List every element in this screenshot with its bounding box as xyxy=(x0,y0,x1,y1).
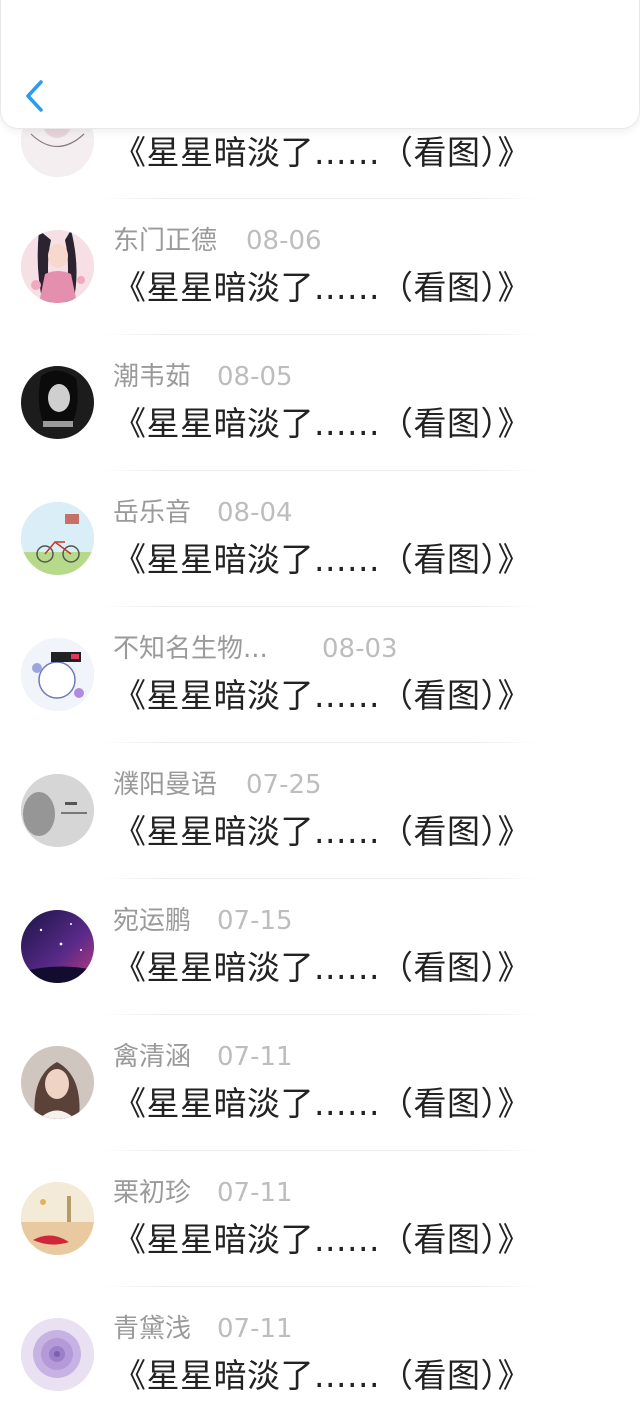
post-title[interactable]: 《星星暗淡了......（看图）》 xyxy=(113,1084,531,1124)
post-date: 07-15 xyxy=(217,906,293,936)
avatar[interactable] xyxy=(21,502,94,575)
divider xyxy=(100,742,540,743)
author-name[interactable]: 禽清涵 xyxy=(113,1041,191,1073)
author-name[interactable]: 青黛浅 xyxy=(113,1313,191,1345)
avatar-flower-image xyxy=(21,1318,94,1391)
post-date: 08-05 xyxy=(217,362,293,392)
list-item[interactable]: 宛运鹏 07-15 《星星暗淡了......（看图）》 xyxy=(0,880,640,1016)
avatar-bw-girl-image xyxy=(21,366,94,439)
post-title[interactable]: 《星星暗淡了......（看图）》 xyxy=(113,268,531,308)
avatar[interactable] xyxy=(21,638,94,711)
author-name[interactable]: 濮阳曼语 xyxy=(113,769,217,801)
divider xyxy=(100,1286,540,1287)
post-date: 08-06 xyxy=(246,226,322,256)
post-date: 07-11 xyxy=(217,1042,293,1072)
post-title[interactable]: 《星星暗淡了......（看图）》 xyxy=(113,133,531,173)
avatar-portrait-image xyxy=(21,1046,94,1119)
divider xyxy=(100,606,540,607)
divider xyxy=(100,878,540,879)
post-title[interactable]: 《星星暗淡了......（看图）》 xyxy=(113,1220,531,1260)
post-title[interactable]: 《星星暗淡了......（看图）》 xyxy=(113,812,531,852)
list-item[interactable]: 岳乐音 08-04 《星星暗淡了......（看图）》 xyxy=(0,472,640,608)
divider xyxy=(100,198,540,199)
author-name[interactable]: 潮韦茹 xyxy=(113,361,191,393)
divider xyxy=(100,334,540,335)
avatar[interactable] xyxy=(21,1046,94,1119)
avatar-cartoon-image xyxy=(21,638,94,711)
post-date: 07-25 xyxy=(246,770,322,800)
avatar[interactable] xyxy=(21,910,94,983)
author-name[interactable]: 不知名生物... xyxy=(113,633,268,665)
chevron-left-icon xyxy=(26,80,43,112)
list-item[interactable]: 潮韦茹 08-05 《星星暗淡了......（看图）》 xyxy=(0,336,640,472)
screen: 《星星暗淡了......（看图）》 东门正德 08-06 《星星暗淡了.....… xyxy=(0,0,640,1422)
post-title[interactable]: 《星星暗淡了......（看图）》 xyxy=(113,540,531,580)
top-nav-bar xyxy=(0,0,640,129)
divider xyxy=(100,1014,540,1015)
post-title[interactable]: 《星星暗淡了......（看图）》 xyxy=(113,676,531,716)
avatar-bicycle-image xyxy=(21,502,94,575)
back-button[interactable] xyxy=(15,74,55,118)
post-date: 08-04 xyxy=(217,498,293,528)
post-title[interactable]: 《星星暗淡了......（看图）》 xyxy=(113,948,531,988)
author-name[interactable]: 宛运鹏 xyxy=(113,905,191,937)
author-name[interactable]: 东门正德 xyxy=(113,225,217,257)
list-item[interactable]: 栗初珍 07-11 《星星暗淡了......（看图）》 xyxy=(0,1152,640,1288)
avatar-anime-girl-image xyxy=(21,230,94,303)
avatar[interactable] xyxy=(21,1182,94,1255)
divider xyxy=(100,470,540,471)
avatar-grey-text-image xyxy=(21,774,94,847)
post-date: 07-11 xyxy=(217,1178,293,1208)
list-item[interactable]: 禽清涵 07-11 《星星暗淡了......（看图）》 xyxy=(0,1016,640,1152)
list-item[interactable]: 青黛浅 07-11 《星星暗淡了......（看图）》 xyxy=(0,1288,640,1422)
author-name[interactable]: 栗初珍 xyxy=(113,1177,191,1209)
post-title[interactable]: 《星星暗淡了......（看图）》 xyxy=(113,404,531,444)
avatar[interactable] xyxy=(21,774,94,847)
post-date: 07-11 xyxy=(217,1314,293,1344)
avatar-galaxy-image xyxy=(21,910,94,983)
list-item[interactable]: 不知名生物... 08-03 《星星暗淡了......（看图）》 xyxy=(0,608,640,744)
post-date: 08-03 xyxy=(322,634,398,664)
list-item[interactable]: 东门正德 08-06 《星星暗淡了......（看图）》 xyxy=(0,200,640,336)
author-name[interactable]: 岳乐音 xyxy=(113,497,191,529)
avatar[interactable] xyxy=(21,366,94,439)
avatar-beach-image xyxy=(21,1182,94,1255)
avatar[interactable] xyxy=(21,1318,94,1391)
avatar[interactable] xyxy=(21,230,94,303)
post-title[interactable]: 《星星暗淡了......（看图）》 xyxy=(113,1356,531,1396)
divider xyxy=(100,1150,540,1151)
list-item[interactable]: 濮阳曼语 07-25 《星星暗淡了......（看图）》 xyxy=(0,744,640,880)
